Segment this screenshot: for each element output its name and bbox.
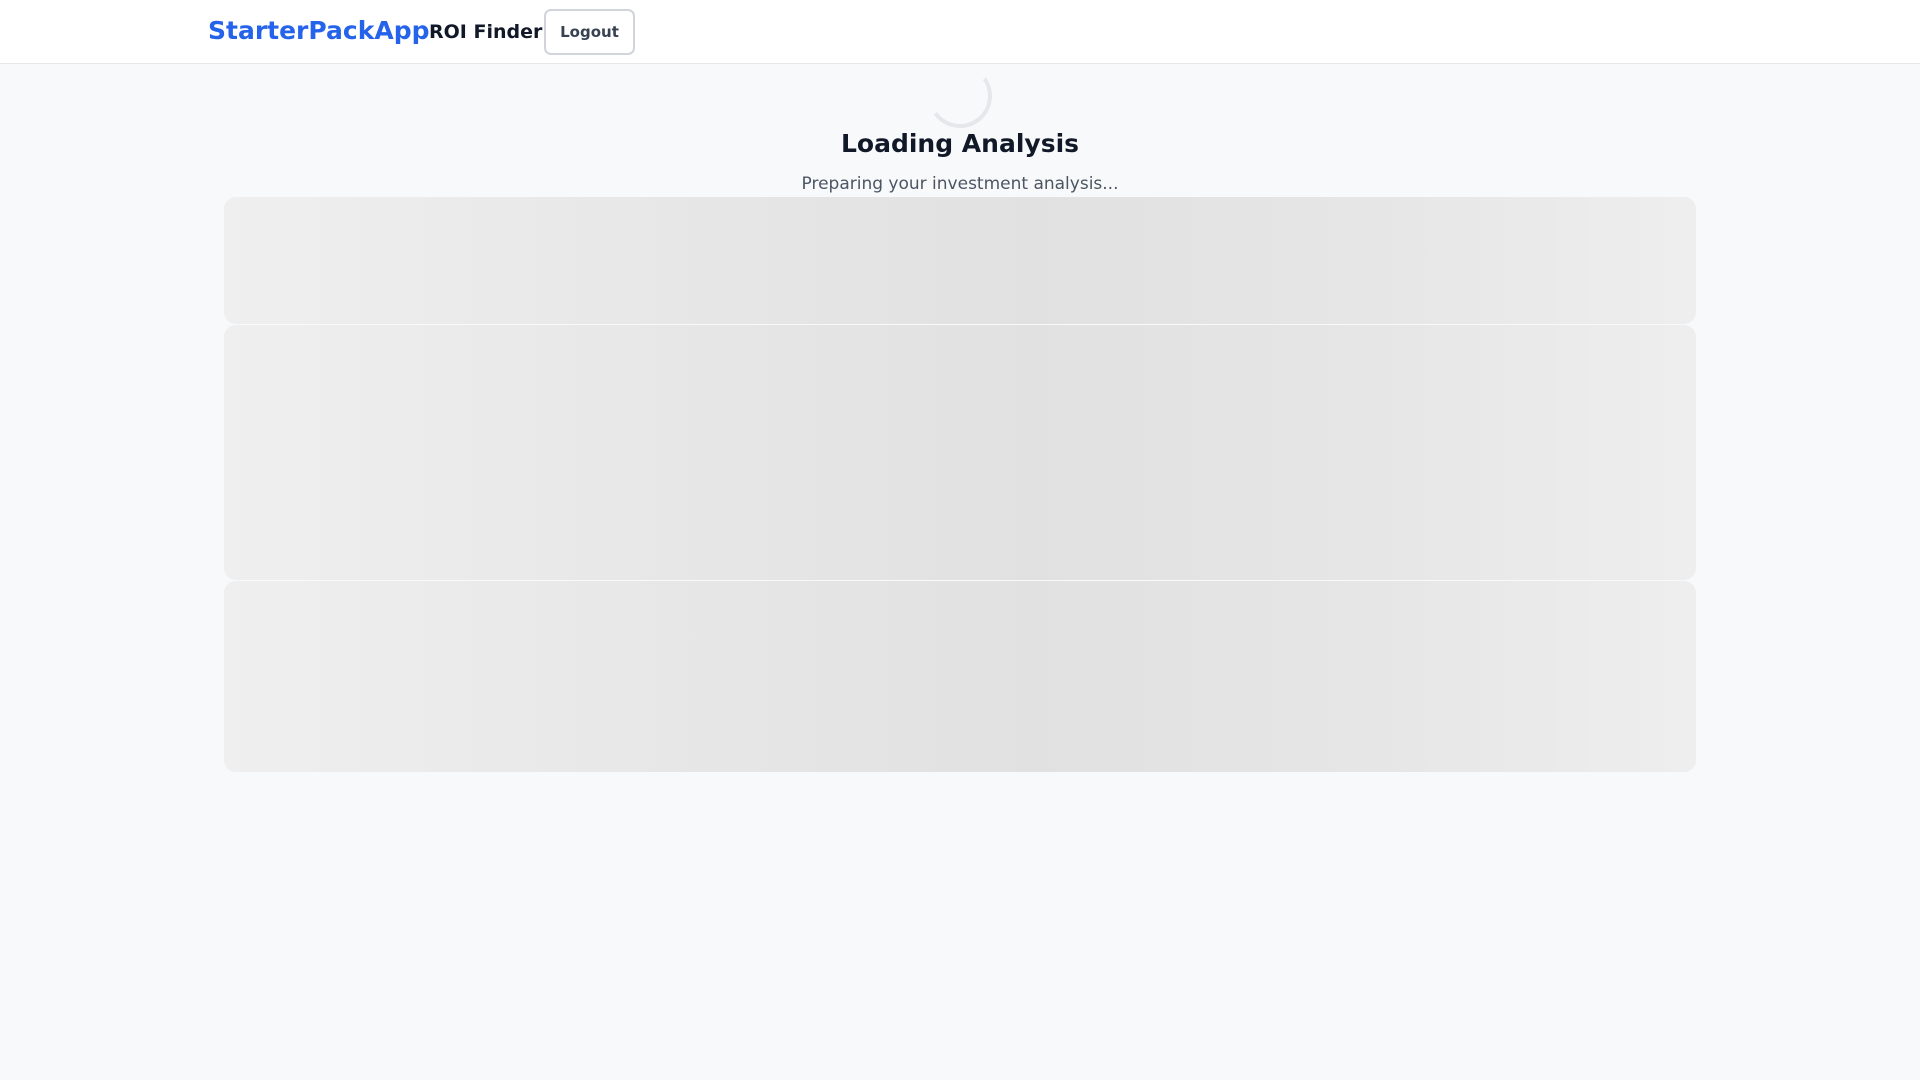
skeleton-card-details (224, 325, 1696, 580)
skeleton-card-summary (224, 197, 1696, 324)
app-title: ROI Finder (429, 21, 543, 43)
top-navbar: StarterPackApp ROI Finder Logout (0, 0, 1920, 64)
brand-logo[interactable]: StarterPackApp (208, 14, 430, 48)
logout-button[interactable]: Logout (544, 9, 635, 55)
loading-spinner-icon (922, 58, 998, 134)
skeleton-card-metrics (224, 581, 1696, 772)
loading-title: Loading Analysis (840, 129, 1080, 158)
loading-subtitle: Preparing your investment analysis... (801, 174, 1119, 194)
